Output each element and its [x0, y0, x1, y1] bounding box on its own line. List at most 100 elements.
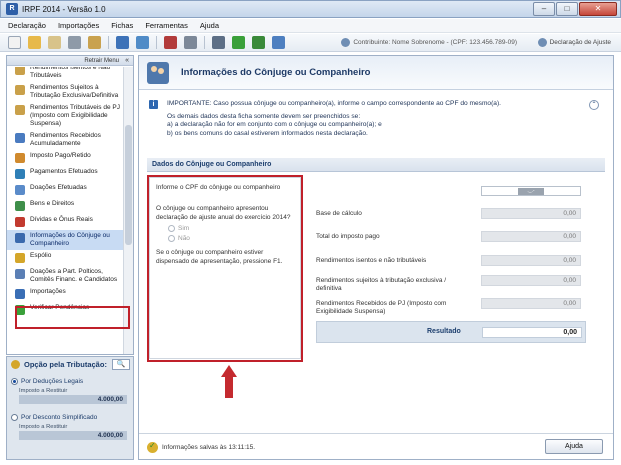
- retrair-menu-button[interactable]: Retrair Menu: [7, 56, 133, 66]
- toolbar: Contribuinte: Nome Sobrenome - (CPF: 123…: [0, 34, 621, 52]
- notice-text: IMPORTANTE: Caso possua cônjuge ou compa…: [167, 100, 577, 138]
- close-button[interactable]: ✕: [579, 2, 617, 16]
- contribuinte-info: Contribuinte: Nome Sobrenome - (CPF: 123…: [341, 38, 517, 47]
- sidebar-item-dividas-e-onus[interactable]: Dívidas e Ônus Reais: [7, 214, 124, 230]
- house-icon: [15, 201, 25, 211]
- print-icon[interactable]: [212, 36, 225, 49]
- copy-icon[interactable]: [48, 36, 61, 49]
- cpf-input[interactable]: ._.-: [481, 186, 581, 196]
- calculator-icon[interactable]: [184, 36, 197, 49]
- coins-icon: [15, 105, 25, 115]
- ballot-icon: [15, 269, 25, 279]
- user-icon: [341, 38, 351, 47]
- sidebar-item-label: Imposto Pago/Retido: [30, 152, 91, 159]
- couple-icon: [15, 233, 25, 243]
- user-icon[interactable]: [272, 36, 285, 49]
- cpf-mask: ._.-: [518, 188, 544, 195]
- imposto-value: 4.000,00: [19, 395, 127, 404]
- option-label: Por Desconto Simplificado: [21, 414, 98, 421]
- page-title: Informações do Cônjuge ou Companheiro: [181, 67, 371, 78]
- sidebar-item-label: Dívidas e Ônus Reais: [30, 216, 93, 223]
- sidebar-item-doacoes-partidos[interactable]: Doações a Part. Polticos, Comitês Financ…: [7, 266, 124, 286]
- row-value: 0,00: [481, 208, 581, 219]
- menu-ferramentas[interactable]: Ferramentas: [145, 21, 188, 30]
- row-label: Total do imposto pago: [316, 233, 380, 240]
- toolbar-separator: [156, 36, 157, 49]
- notice-line: Os demais dados desta ficha somente deve…: [167, 112, 361, 120]
- estate-icon: [15, 253, 25, 263]
- receipt-icon: [15, 153, 25, 163]
- sidebar: Retrair Menu Rendimentos Isentos e Não T…: [6, 55, 134, 355]
- check-icon[interactable]: [232, 36, 245, 49]
- notice-line: a) a declaração não for em conjunto com …: [167, 121, 382, 128]
- open-folder-icon[interactable]: [28, 36, 41, 49]
- scrollbar-thumb[interactable]: [125, 125, 132, 245]
- debt-icon: [15, 217, 25, 227]
- menu-fichas[interactable]: Fichas: [111, 21, 133, 30]
- sidebar-item-doacoes-efetuadas[interactable]: Doações Efetuadas: [7, 182, 124, 198]
- sidebar-item-label: Doações a Part. Polticos, Comitês Financ…: [30, 268, 118, 283]
- highlight-box: [147, 175, 303, 362]
- dollar-icon[interactable]: [252, 36, 265, 49]
- save-icon[interactable]: [164, 36, 177, 49]
- contribuinte-label: Contribuinte: Nome Sobrenome - (CPF: 123…: [353, 39, 517, 46]
- title-bar: R IRPF 2014 - Versão 1.0 – □ ✕: [0, 0, 621, 18]
- menu-ajuda[interactable]: Ajuda: [200, 21, 219, 30]
- sidebar-item-rendimentos-tributaveis-pj[interactable]: Rendimentos Tributáveis de PJ (Imposto c…: [7, 102, 124, 130]
- sidebar-item-rendimentos-acumuladamente[interactable]: Rendimentos Recebidos Acumuladamente: [7, 130, 124, 150]
- spouse-values: ._.- Base de cálculo 0,00 Total do impos…: [311, 174, 611, 354]
- sidebar-item-rendimentos-isentos[interactable]: Rendimentos Isentos e Não Tributáveis: [7, 67, 124, 82]
- payment-icon: [15, 169, 25, 179]
- resultado-value: 0,00: [482, 327, 582, 338]
- sidebar-item-espolio[interactable]: Espólio: [7, 250, 124, 266]
- document-icon: [537, 38, 547, 47]
- option-deducoes-legais[interactable]: Por Deduções Legais: [7, 378, 133, 385]
- imposto-label: Imposto a Restituir: [19, 388, 68, 394]
- imposto-value: 4.000,00: [19, 431, 127, 440]
- sidebar-item-rendimentos-tributacao-exclusiva[interactable]: Rendimentos Sujeitos à Tributação Exclus…: [7, 82, 124, 102]
- menu-declaracao[interactable]: Declaração: [8, 21, 46, 30]
- sidebar-item-pagamentos-efetuados[interactable]: Pagamentos Efetuados: [7, 166, 124, 182]
- ajuda-button[interactable]: Ajuda: [545, 439, 603, 454]
- sidebar-item-bens-e-direitos[interactable]: Bens e Direitos: [7, 198, 124, 214]
- row-base-calculo: Base de cálculo 0,00: [316, 208, 596, 221]
- new-document-icon[interactable]: [8, 36, 21, 49]
- sidebar-item-conjuge-companheiro[interactable]: Informações do Cônjuge ou Companheiro: [7, 230, 124, 250]
- arrow-up-icon: [221, 365, 237, 399]
- tributacao-title: Opção pela Tributação:: [24, 360, 107, 369]
- resultado-label: Resultado: [427, 328, 461, 335]
- option-label: Por Deduções Legais: [21, 378, 84, 385]
- sidebar-item-label: Importações: [30, 288, 66, 295]
- minimize-button[interactable]: –: [533, 2, 555, 16]
- sidebar-item-importacoes[interactable]: Importações: [7, 286, 124, 302]
- saved-status: Informações salvas às 13:11:15.: [147, 441, 255, 453]
- collapse-icon[interactable]: ⌃: [589, 100, 599, 110]
- search-icon[interactable]: 🔍: [112, 359, 130, 370]
- sidebar-item-imposto-pago-retido[interactable]: Imposto Pago/Retido: [7, 150, 124, 166]
- row-value: 0,00: [481, 298, 581, 309]
- notice-line: IMPORTANTE: Caso possua cônjuge ou compa…: [167, 100, 501, 107]
- row-value: 0,00: [481, 275, 581, 286]
- menu-importacoes[interactable]: Importações: [58, 21, 99, 30]
- notice: i IMPORTANTE: Caso possua cônjuge ou com…: [145, 98, 603, 148]
- row-tributacao-exclusiva: Rendimentos sujeitos à tributação exclus…: [316, 275, 596, 292]
- receipt-icon[interactable]: [136, 36, 149, 49]
- row-total-imposto: Total do imposto pago 0,00: [316, 231, 596, 244]
- delete-icon[interactable]: [68, 36, 81, 49]
- radio-deducoes-legais[interactable]: [11, 378, 18, 385]
- imposto-label: Imposto a Restituir: [19, 424, 68, 430]
- menu-bar: Declaração Importações Fichas Ferramenta…: [0, 19, 621, 33]
- tributacao-panel: Opção pela Tributação: 🔍 Por Deduções Le…: [6, 356, 134, 460]
- sidebar-item-label: Rendimentos Isentos e Não Tributáveis: [30, 67, 111, 79]
- coins-icon: [15, 67, 25, 75]
- import-icon[interactable]: [88, 36, 101, 49]
- option-desconto-simplificado[interactable]: Por Desconto Simplificado: [7, 414, 133, 421]
- sidebar-item-label: Informações do Cônjuge ou Companheiro: [30, 232, 110, 247]
- sidebar-item-label: Rendimentos Tributáveis de PJ (Imposto c…: [30, 104, 120, 127]
- radio-desconto-simplificado[interactable]: [11, 414, 18, 421]
- row-label: Base de cálculo: [316, 210, 362, 217]
- row-value: 0,00: [481, 231, 581, 242]
- transmit-icon[interactable]: [116, 36, 129, 49]
- section-title: Dados do Cônjuge ou Companheiro: [147, 158, 605, 172]
- maximize-button[interactable]: □: [556, 2, 578, 16]
